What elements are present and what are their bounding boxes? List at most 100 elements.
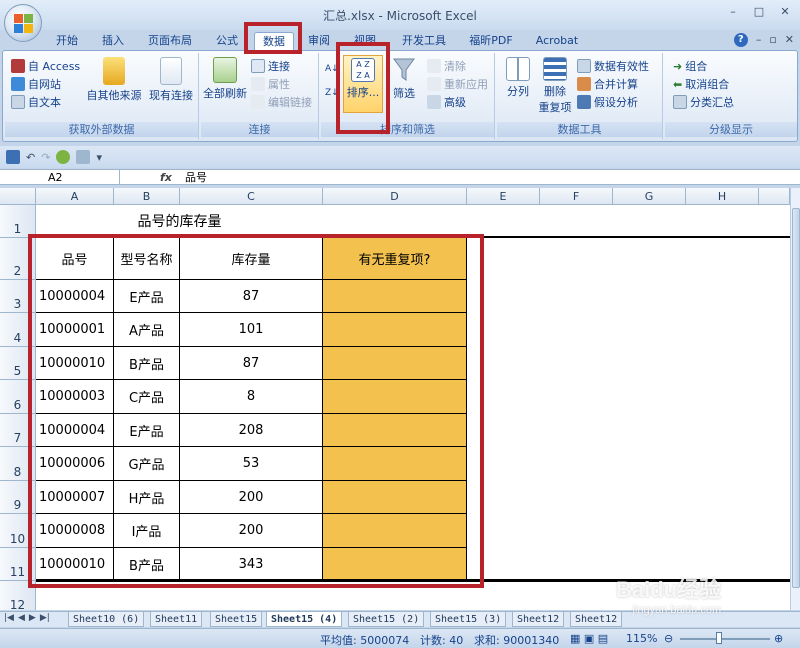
next-sheet-icon[interactable]: ▶ bbox=[29, 613, 36, 623]
tab-acrobat[interactable]: Acrobat bbox=[532, 32, 582, 50]
connections-button[interactable]: 连接 bbox=[251, 57, 290, 75]
data-cell[interactable]: 10000004 bbox=[36, 414, 114, 447]
data-cell[interactable]: 53 bbox=[180, 447, 323, 481]
data-cell[interactable]: B产品 bbox=[114, 347, 180, 380]
remove-duplicates-button[interactable]: 删除 重复项 bbox=[537, 55, 573, 115]
refresh-all-button[interactable]: 全部刷新 bbox=[203, 55, 247, 101]
data-cell[interactable]: A产品 bbox=[114, 313, 180, 347]
data-cell[interactable]: 10000006 bbox=[36, 447, 114, 481]
data-cell[interactable] bbox=[323, 380, 467, 414]
sheet-tab[interactable]: Sheet10 (6) bbox=[68, 612, 145, 627]
save-icon[interactable] bbox=[6, 150, 20, 164]
ribbon-close-icon[interactable]: ✕ bbox=[785, 33, 794, 47]
vertical-scroll-thumb[interactable] bbox=[792, 208, 800, 588]
filter-button[interactable]: 筛选 bbox=[389, 55, 419, 101]
data-cell[interactable]: 10000004 bbox=[36, 280, 114, 313]
tab-data[interactable]: 数据 bbox=[254, 32, 294, 50]
row-header-3[interactable]: 3 bbox=[0, 280, 36, 313]
column-header-c[interactable]: C bbox=[180, 188, 323, 205]
ribbon-restore-icon[interactable]: ▫ bbox=[769, 33, 776, 47]
zoom-slider[interactable] bbox=[680, 638, 770, 640]
prev-sheet-icon[interactable]: ◀ bbox=[18, 613, 25, 623]
column-header-f[interactable]: F bbox=[540, 188, 613, 205]
tab-developer[interactable]: 开发工具 bbox=[398, 32, 450, 50]
select-all-corner[interactable] bbox=[0, 188, 36, 205]
close-button[interactable]: ✕ bbox=[776, 4, 794, 20]
subtotal-button[interactable]: 分类汇总 bbox=[673, 93, 734, 111]
data-cell[interactable]: 10000003 bbox=[36, 380, 114, 414]
data-cell[interactable] bbox=[323, 447, 467, 481]
zoom-level[interactable]: 115% bbox=[626, 632, 657, 645]
header-cell-stock[interactable]: 库存量 bbox=[180, 238, 323, 280]
view-buttons[interactable]: ▦ ▣ ▤ bbox=[570, 632, 608, 645]
sheet-tab-active[interactable]: Sheet15 (4) bbox=[266, 612, 343, 627]
sort-az-za-icons[interactable]: A↓ Z↓ bbox=[325, 63, 339, 99]
row-header-2[interactable]: 2 bbox=[0, 238, 36, 280]
formula-input[interactable]: 品号 bbox=[185, 170, 207, 185]
redo-icon[interactable]: ↷ bbox=[41, 151, 50, 164]
minimize-button[interactable]: – bbox=[724, 4, 742, 20]
row-header-10[interactable]: 10 bbox=[0, 514, 36, 548]
from-other-sources-button[interactable]: 自其他来源 bbox=[85, 55, 143, 103]
text-to-columns-button[interactable]: 分列 bbox=[501, 55, 535, 99]
form-icon[interactable] bbox=[76, 150, 91, 164]
fx-icon[interactable]: fx bbox=[160, 170, 172, 185]
tab-page-layout[interactable]: 页面布局 bbox=[144, 32, 196, 50]
sort-button[interactable]: A ZZ A 排序... bbox=[343, 55, 383, 113]
data-cell[interactable]: 343 bbox=[180, 548, 323, 581]
column-header-e[interactable]: E bbox=[467, 188, 540, 205]
data-cell[interactable]: B产品 bbox=[114, 548, 180, 581]
row-header-9[interactable]: 9 bbox=[0, 481, 36, 514]
data-cell[interactable]: 10000010 bbox=[36, 347, 114, 380]
sheet-title-cell[interactable]: 品号的库存量 bbox=[36, 205, 323, 238]
data-cell[interactable]: 10000007 bbox=[36, 481, 114, 514]
header-cell-has-duplicates[interactable]: 有无重复项? bbox=[323, 238, 467, 280]
column-header-b[interactable]: B bbox=[114, 188, 180, 205]
first-sheet-icon[interactable]: |◀ bbox=[4, 613, 14, 623]
restore-button[interactable]: □ bbox=[750, 4, 768, 20]
zoom-slider-knob[interactable] bbox=[716, 632, 722, 644]
vertical-scrollbar[interactable] bbox=[790, 188, 800, 610]
consolidate-button[interactable]: 合并计算 bbox=[577, 75, 638, 93]
data-cell[interactable]: 200 bbox=[180, 514, 323, 548]
existing-connections-button[interactable]: 现有连接 bbox=[147, 55, 195, 103]
header-cell-item-no[interactable]: 品号 bbox=[36, 238, 114, 280]
row-header-11[interactable]: 11 bbox=[0, 548, 36, 581]
column-header-d[interactable]: D bbox=[323, 188, 467, 205]
name-box[interactable]: A2 bbox=[4, 170, 120, 185]
group-button[interactable]: ➜ 组合 bbox=[673, 57, 707, 75]
ribbon-minimize-icon[interactable]: – bbox=[756, 33, 762, 47]
last-sheet-icon[interactable]: ▶| bbox=[40, 613, 50, 623]
sheet-tab[interactable]: Sheet12 bbox=[570, 612, 623, 627]
zoom-in-icon[interactable]: ⊕ bbox=[774, 632, 783, 645]
undo-icon[interactable]: ↶ bbox=[26, 151, 35, 164]
data-cell[interactable]: 208 bbox=[180, 414, 323, 447]
data-cell[interactable] bbox=[323, 548, 467, 581]
data-cell[interactable]: C产品 bbox=[114, 380, 180, 414]
data-cell[interactable]: I产品 bbox=[114, 514, 180, 548]
customize-qat-icon[interactable]: ▾ bbox=[96, 151, 102, 164]
ungroup-button[interactable]: ⬅ 取消组合 bbox=[673, 75, 729, 93]
data-cell[interactable] bbox=[323, 347, 467, 380]
row-header-12[interactable]: 12 bbox=[0, 581, 36, 610]
zoom-out-icon[interactable]: ⊖ bbox=[664, 632, 673, 645]
tab-formulas[interactable]: 公式 bbox=[212, 32, 242, 50]
worksheet-grid[interactable]: A B C D E F G H 1 2 3 4 5 6 7 8 9 10 11 … bbox=[0, 188, 790, 610]
data-cell[interactable]: G产品 bbox=[114, 447, 180, 481]
sheet-tab[interactable]: Sheet11 bbox=[150, 612, 203, 627]
data-cell[interactable]: 10000010 bbox=[36, 548, 114, 581]
advanced-filter-button[interactable]: 高级 bbox=[427, 93, 466, 111]
what-if-analysis-button[interactable]: 假设分析 bbox=[577, 93, 638, 111]
reapply-button[interactable]: 重新应用 bbox=[427, 75, 488, 93]
sheet-tab[interactable]: Sheet15 (3) bbox=[430, 612, 507, 627]
preview-icon[interactable] bbox=[56, 150, 71, 164]
data-cell[interactable] bbox=[323, 481, 467, 514]
data-cell[interactable]: 200 bbox=[180, 481, 323, 514]
data-cell[interactable] bbox=[323, 313, 467, 347]
row-header-1[interactable]: 1 bbox=[0, 205, 36, 238]
from-web-button[interactable]: 自网站 bbox=[11, 75, 61, 93]
data-cell[interactable]: 10000001 bbox=[36, 313, 114, 347]
data-cell[interactable]: 8 bbox=[180, 380, 323, 414]
sheet-tab[interactable]: Sheet15 (2) bbox=[348, 612, 425, 627]
from-access-button[interactable]: 自 Access bbox=[11, 57, 80, 75]
